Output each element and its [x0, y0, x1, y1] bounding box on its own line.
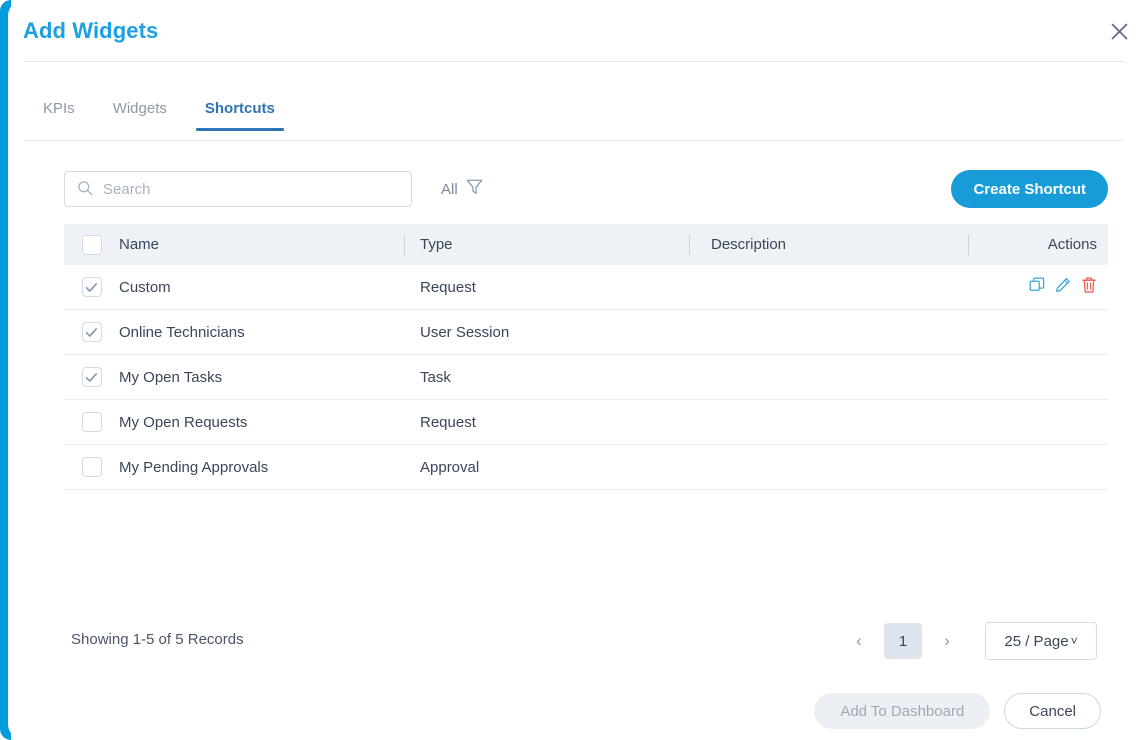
row-type: Approval — [420, 458, 480, 476]
row-checkbox[interactable] — [81, 457, 102, 477]
pagination: ‹ 1 › 25 / Page ˅ — [843, 622, 1097, 660]
row-type: Request — [420, 278, 476, 296]
chevron-down-icon: ˅ — [1070, 634, 1078, 648]
records-count-text: Showing 1-5 of 5 Records — [71, 631, 244, 648]
delete-icon[interactable] — [1081, 277, 1097, 297]
page-size-label: 25 / Page — [1004, 632, 1069, 650]
filter-control[interactable]: All — [441, 177, 484, 201]
search-container — [64, 171, 412, 207]
table-row[interactable]: Online Technicians User Session — [64, 310, 1108, 355]
filter-icon[interactable] — [465, 177, 484, 201]
copy-icon[interactable] — [1029, 277, 1045, 297]
row-checkbox-cell — [64, 277, 119, 297]
table-row[interactable]: My Pending Approvals Approval — [64, 445, 1108, 490]
add-widgets-modal: Add Widgets KPIs Widgets Shortcuts Searc… — [0, 0, 1146, 740]
modal-sheet: Add Widgets KPIs Widgets Shortcuts Searc… — [11, 0, 1146, 740]
row-checkbox-cell — [64, 322, 119, 342]
column-header-actions: Actions — [968, 236, 1108, 253]
tab-widgets[interactable]: Widgets — [94, 96, 186, 131]
page-title: Add Widgets — [23, 17, 159, 43]
row-type: Task — [420, 368, 451, 386]
row-checkbox[interactable] — [81, 412, 102, 432]
column-header-name[interactable]: Name — [119, 236, 404, 253]
close-icon[interactable] — [1104, 16, 1134, 46]
cancel-button[interactable]: Cancel — [1004, 693, 1101, 729]
row-checkbox[interactable] — [81, 277, 102, 297]
row-type: User Session — [420, 323, 510, 341]
column-header-description[interactable]: Description — [689, 236, 968, 253]
row-checkbox-cell — [64, 367, 119, 387]
row-type: Request — [420, 413, 476, 431]
next-page-button[interactable]: › — [931, 623, 963, 659]
prev-page-button[interactable]: ‹ — [843, 623, 875, 659]
tab-bar: KPIs Widgets Shortcuts — [24, 96, 1124, 141]
row-checkbox-cell — [64, 412, 119, 432]
tabs-divider — [24, 140, 1124, 141]
create-shortcut-button[interactable]: Create Shortcut — [951, 170, 1108, 208]
row-checkbox-cell — [64, 457, 119, 477]
tab-kpis[interactable]: KPIs — [24, 96, 94, 131]
row-name: My Pending Approvals — [119, 458, 269, 476]
table-row[interactable]: My Open Tasks Task — [64, 355, 1108, 400]
row-name: Online Technicians — [119, 323, 245, 341]
tab-shortcuts[interactable]: Shortcuts — [186, 96, 294, 131]
row-actions — [968, 277, 1108, 297]
modal-header: Add Widgets — [11, 0, 1146, 61]
filter-label: All — [441, 180, 458, 198]
select-all-checkbox[interactable] — [81, 234, 102, 255]
row-name: My Open Tasks — [119, 368, 223, 386]
table-row[interactable]: My Open Requests Request — [64, 400, 1108, 445]
search-input[interactable] — [64, 171, 412, 207]
table-header-row: Name Type Description Actions — [64, 224, 1108, 265]
header-checkbox-cell — [64, 234, 119, 255]
header-divider — [24, 61, 1124, 62]
page-number-1[interactable]: 1 — [884, 623, 922, 659]
row-name: My Open Requests — [119, 413, 248, 431]
row-name: Custom — [119, 278, 171, 296]
modal-footer-actions: Add To Dashboard Cancel — [814, 693, 1101, 729]
edit-icon[interactable] — [1055, 277, 1071, 297]
table-toolbar: All Create Shortcut — [64, 170, 1108, 208]
page-size-select[interactable]: 25 / Page ˅ — [985, 622, 1097, 660]
row-checkbox[interactable] — [81, 322, 102, 342]
shortcuts-table: Name Type Description Actions Custom Req… — [64, 224, 1108, 490]
add-to-dashboard-button[interactable]: Add To Dashboard — [814, 693, 991, 729]
column-header-type[interactable]: Type — [404, 236, 689, 253]
table-row[interactable]: Custom Request — [64, 265, 1108, 310]
row-checkbox[interactable] — [81, 367, 102, 387]
